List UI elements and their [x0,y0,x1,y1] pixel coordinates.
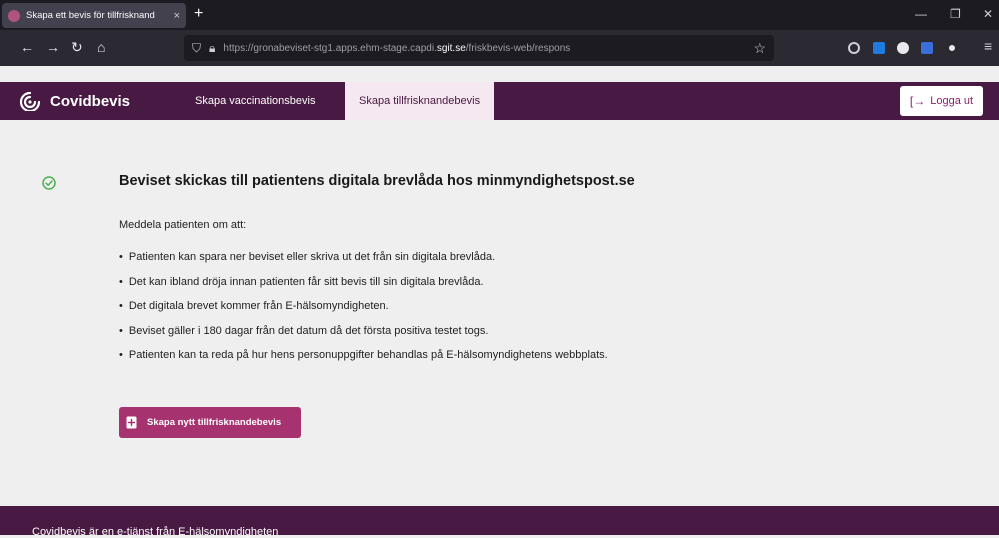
new-tab-button[interactable]: + [194,6,203,22]
extension-icon[interactable] [921,42,933,54]
close-window-button[interactable]: ✕ [983,7,993,21]
document-add-icon [126,416,137,429]
shield-icon[interactable]: ⛉ [192,41,201,56]
tab-favicon-icon [8,9,20,22]
covidbevis-logo-icon [19,91,41,111]
check-circle-icon [42,176,56,190]
intro-text: Meddela patienten om att: [119,219,247,231]
restore-button[interactable]: ❐ [950,7,961,21]
browser-tab-bar: Skapa ett bevis för tillfrisknand × + — … [0,0,999,30]
url-text: https://gronabeviset-stg1.apps.ehm-stage… [223,42,571,54]
minimize-button[interactable]: — [915,7,927,21]
footer-text: Covidbevis är en e-tjänst från E-hälsomy… [32,526,279,538]
list-item: Patienten kan spara ner beviset eller sk… [119,251,608,276]
pocket-icon[interactable] [848,42,860,54]
create-new-certificate-button[interactable]: Skapa nytt tillfrisknandebevis [119,407,301,438]
url-bar[interactable]: ⛉ 🔒︎ https://gronabeviset-stg1.apps.ehm-… [184,35,774,61]
tab-skapa-tillfrisknandebevis[interactable]: Skapa tillfrisknandebevis [345,82,495,120]
extension-icon[interactable] [897,42,909,54]
main-content: Beviset skickas till patientens digitala… [0,120,999,506]
tab-skapa-vaccinationsbevis[interactable]: Skapa vaccinationsbevis [181,82,329,120]
list-item: Patienten kan ta reda på hur hens person… [119,349,608,374]
app-header: Covidbevis Skapa vaccinationsbevis Skapa… [0,82,999,120]
brand-logo[interactable]: Covidbevis [18,91,130,111]
back-button[interactable]: ← [20,39,34,55]
lock-icon[interactable]: 🔒︎ [209,41,215,56]
tab-close-icon[interactable]: × [174,10,180,22]
menu-icon[interactable]: ≡ [984,38,992,54]
forward-button[interactable]: → [46,39,60,55]
list-item: Det kan ibland dröja innan patienten får… [119,276,608,301]
home-button[interactable]: ⌂ [97,39,105,55]
brand-name: Covidbevis [50,92,131,110]
logout-button[interactable]: [→ Logga ut [900,86,983,116]
extension-icon[interactable] [873,42,885,54]
footer: Covidbevis är en e-tjänst från E-hälsomy… [0,506,999,538]
bookmark-star-icon[interactable]: ☆ [753,40,766,57]
page-title: Beviset skickas till patientens digitala… [119,173,635,189]
browser-toolbar: ← → ↻ ⌂ ⛉ 🔒︎ https://gronabeviset-stg1.a… [0,30,999,66]
tab-title: Skapa ett bevis för tillfrisknand [26,10,155,21]
list-item: Beviset gäller i 180 dagar från det datu… [119,325,608,350]
list-item: Det digitala brevet kommer från E-hälsom… [119,300,608,325]
reload-button[interactable]: ↻ [71,39,83,55]
logout-icon: [→ [909,94,926,108]
info-list: Patienten kan spara ner beviset eller sk… [119,251,608,374]
extension-icon[interactable] [946,42,958,54]
browser-tab[interactable]: Skapa ett bevis för tillfrisknand × [2,3,186,28]
